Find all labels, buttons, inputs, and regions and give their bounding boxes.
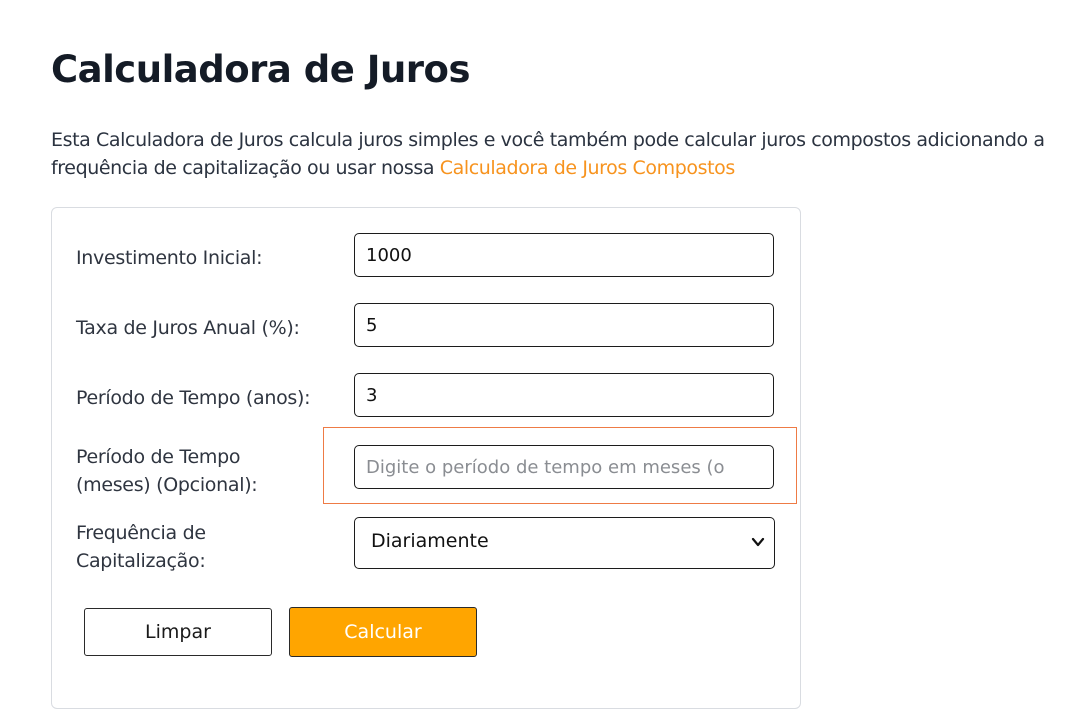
period-months-label: Período de Tempo (meses) (Opcional): xyxy=(76,443,346,499)
compounding-label-line1: Frequência de xyxy=(76,522,206,544)
annual-rate-label: Taxa de Juros Anual (%): xyxy=(76,317,300,339)
compounding-select[interactable]: Diariamente xyxy=(354,517,775,569)
initial-investment-label: Investimento Inicial: xyxy=(76,247,263,269)
calculate-button[interactable]: Calcular xyxy=(289,607,477,657)
period-months-label-line1: Período de Tempo xyxy=(76,446,241,468)
compound-calculator-link[interactable]: Calculadora de Juros Compostos xyxy=(440,157,736,179)
intro-paragraph: Esta Calculadora de Juros calcula juros … xyxy=(51,126,1061,182)
compounding-label-line2: Capitalização: xyxy=(76,550,206,572)
annual-rate-input[interactable] xyxy=(354,303,774,347)
clear-button[interactable]: Limpar xyxy=(84,608,272,656)
initial-investment-input[interactable] xyxy=(354,233,774,277)
compounding-selected-value: Diariamente xyxy=(371,530,489,552)
compounding-label: Frequência de Capitalização: xyxy=(76,519,346,575)
period-months-label-line2: (meses) (Opcional): xyxy=(76,474,258,496)
page-title: Calculadora de Juros xyxy=(51,48,471,91)
period-years-input[interactable] xyxy=(354,373,774,417)
period-months-input[interactable] xyxy=(354,445,774,489)
chevron-down-icon xyxy=(751,537,765,547)
period-years-label: Período de Tempo (anos): xyxy=(76,387,311,409)
